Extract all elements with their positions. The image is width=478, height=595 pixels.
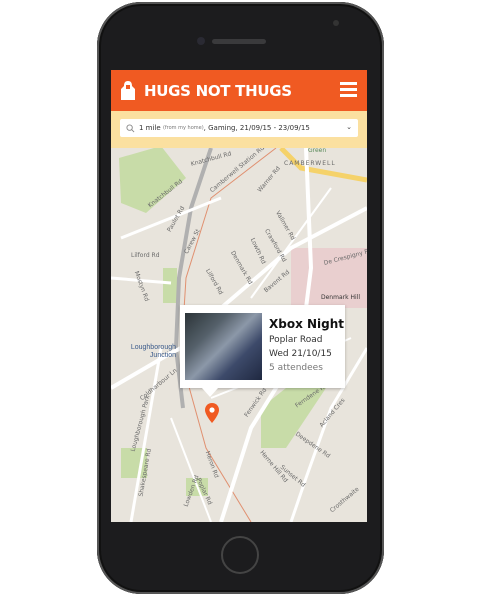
event-location: Poplar Road: [269, 335, 323, 345]
filter-bar: 1 mile (from my home), Gaming, 21/09/15 …: [111, 111, 367, 148]
map-label: CAMBERWELL: [284, 160, 336, 167]
event-popup[interactable]: Xbox Night Poplar Road Wed 21/10/15 5 at…: [180, 305, 345, 397]
filter-summary: , Gaming, 21/09/15 - 23/09/15: [203, 124, 310, 132]
event-date: Wed 21/10/15: [269, 349, 332, 359]
event-attendees: 5 attendees: [269, 363, 323, 373]
speaker: [212, 39, 266, 44]
event-title: Xbox Night: [269, 317, 345, 331]
app-header: HUGS NOT THUGS: [111, 70, 367, 111]
map-label: Green: [308, 147, 327, 154]
camera-dot: [333, 20, 339, 26]
filter-dropdown[interactable]: 1 mile (from my home), Gaming, 21/09/15 …: [120, 119, 358, 137]
map-label: Loughborough Junction: [130, 344, 176, 359]
chevron-down-icon: ⌄: [346, 123, 352, 131]
search-icon: [126, 123, 135, 132]
front-camera: [197, 37, 205, 45]
brand-title: HUGS NOT THUGS: [144, 81, 292, 100]
filter-distance-note: (from my home): [162, 125, 204, 131]
event-photo: [185, 313, 262, 380]
map-label: Denmark Hill: [321, 294, 360, 301]
hoodie-icon: [121, 80, 135, 100]
home-button[interactable]: [221, 536, 259, 574]
map-label: Lilford Rd: [131, 252, 160, 259]
app-screen: Knatchbull Rd Knatchbull Rd Camberwell S…: [111, 70, 367, 522]
filter-distance: 1 mile: [139, 124, 161, 132]
hamburger-icon[interactable]: [340, 82, 357, 97]
map-pin-icon[interactable]: [205, 403, 219, 423]
map[interactable]: Knatchbull Rd Knatchbull Rd Camberwell S…: [111, 145, 367, 522]
